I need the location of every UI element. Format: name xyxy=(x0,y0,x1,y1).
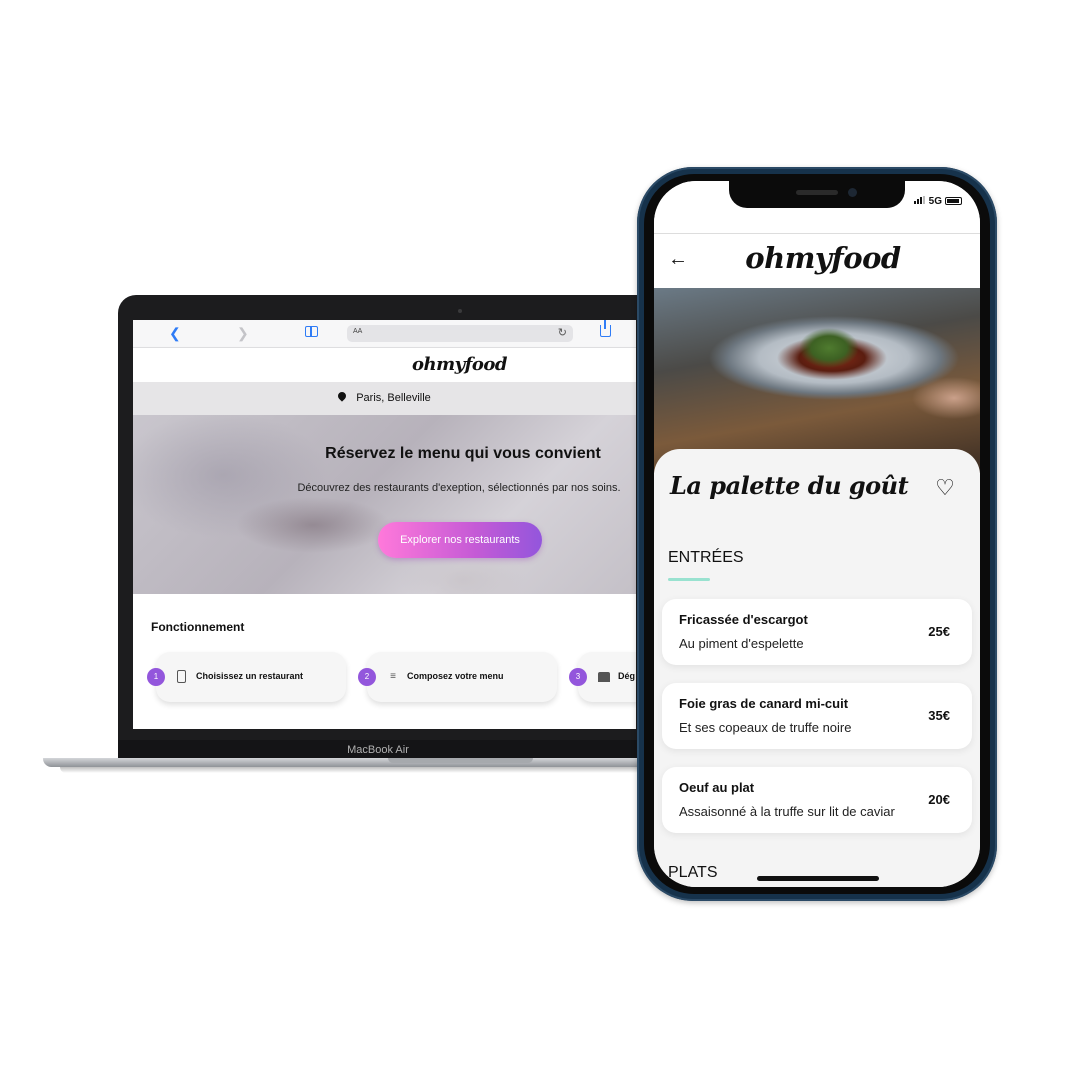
front-camera xyxy=(848,188,857,197)
step-number-badge: 3 xyxy=(569,668,587,686)
mobile-header: ← ohmyfood xyxy=(654,233,980,288)
step-card-1[interactable]: 1 Choisissez un restaurant xyxy=(147,652,346,702)
network-label: 5G xyxy=(928,196,942,207)
hero-title: Réservez le menu qui vous convient xyxy=(325,445,601,462)
dish-price: 35€ xyxy=(928,708,950,723)
section-entrees-title: ENTRÉES xyxy=(668,549,744,566)
location-bar: Paris, Belleville xyxy=(133,382,636,415)
phone-notch xyxy=(729,181,905,208)
laptop-base xyxy=(43,758,643,767)
heart-icon[interactable]: ♡ xyxy=(934,477,956,499)
phone-screen: 5G ← ohmyfood La palette du goût ♡ ENTRÉ… xyxy=(654,181,980,887)
store-icon xyxy=(598,672,610,682)
mobile-logo[interactable]: ohmyfood xyxy=(654,241,980,275)
safari-toolbar: ❮ ❯ AA ↻ xyxy=(133,320,636,348)
home-indicator[interactable] xyxy=(757,876,879,881)
restaurant-hero-image xyxy=(654,288,980,473)
site-header: ohmyfood xyxy=(133,348,636,382)
hero-subtitle: Découvrez des restaurants d'exeption, sé… xyxy=(297,482,621,494)
section-title: Fonctionnement xyxy=(151,620,245,634)
share-icon[interactable] xyxy=(600,320,611,337)
laptop-base-notch xyxy=(388,758,533,763)
dish-description: Au piment d'espelette xyxy=(679,636,804,651)
speaker-grille xyxy=(796,190,838,195)
reload-icon[interactable]: ↻ xyxy=(558,326,567,339)
battery-icon xyxy=(945,197,962,205)
dish-name: Fricassée d'escargot xyxy=(679,612,808,627)
step-number-badge: 2 xyxy=(358,668,376,686)
site-logo[interactable]: ohmyfood xyxy=(262,354,507,375)
menu-card: La palette du goût ♡ ENTRÉES Fricassée d… xyxy=(654,449,980,887)
dish-card[interactable]: Fricassée d'escargot Au piment d'espelet… xyxy=(662,599,972,665)
step-number-badge: 1 xyxy=(147,668,165,686)
location-label: Paris, Belleville xyxy=(356,392,431,404)
step-card-3[interactable]: 3 Dég xyxy=(569,652,636,702)
restaurant-name: La palette du goût xyxy=(670,471,909,500)
laptop-bottom-bezel: MacBook Air xyxy=(118,740,638,758)
forward-icon[interactable]: ❯ xyxy=(237,325,249,341)
reader-aa-button[interactable]: AA xyxy=(353,328,362,335)
laptop-model-label: MacBook Air xyxy=(347,744,409,756)
how-it-works-section: Fonctionnement 1 Choisissez un restauran… xyxy=(133,594,636,729)
bookmarks-icon[interactable] xyxy=(305,326,318,337)
signal-icon xyxy=(913,196,926,204)
step-label: Dég xyxy=(618,671,636,681)
step-label: Choisissez un restaurant xyxy=(196,671,304,681)
step-card-2[interactable]: 2 ≡ Composez votre menu xyxy=(358,652,557,702)
list-icon: ≡ xyxy=(390,671,396,682)
explore-restaurants-button[interactable]: Explorer nos restaurants xyxy=(378,522,542,558)
location-pin-icon xyxy=(336,390,348,402)
back-icon[interactable]: ❮ xyxy=(169,325,181,341)
step-label: Composez votre menu xyxy=(407,671,504,681)
url-bar[interactable]: AA ↻ xyxy=(347,325,573,342)
phone-icon xyxy=(177,670,186,683)
laptop-camera xyxy=(458,309,462,313)
status-indicators: 5G xyxy=(913,196,962,207)
dish-name: Foie gras de canard mi-cuit xyxy=(679,696,849,711)
dish-name: Oeuf au plat xyxy=(679,780,755,795)
hero-banner: Réservez le menu qui vous convient Décou… xyxy=(133,415,636,594)
dish-description: Assaisonné à la truffe sur lit de caviar xyxy=(679,804,895,819)
section-underline xyxy=(668,578,710,581)
dish-price: 20€ xyxy=(928,792,950,807)
dish-price: 25€ xyxy=(928,624,950,639)
dish-card[interactable]: Oeuf au plat Assaisonné à la truffe sur … xyxy=(662,767,972,833)
laptop-shadow xyxy=(60,767,640,773)
section-plats-title: PLATS xyxy=(668,864,718,881)
dish-description: Et ses copeaux de truffe noire xyxy=(679,720,852,735)
laptop-screen: ❮ ❯ AA ↻ ohmyfood Paris, Belleville Rése… xyxy=(133,320,636,729)
dish-card[interactable]: Foie gras de canard mi-cuit Et ses copea… xyxy=(662,683,972,749)
